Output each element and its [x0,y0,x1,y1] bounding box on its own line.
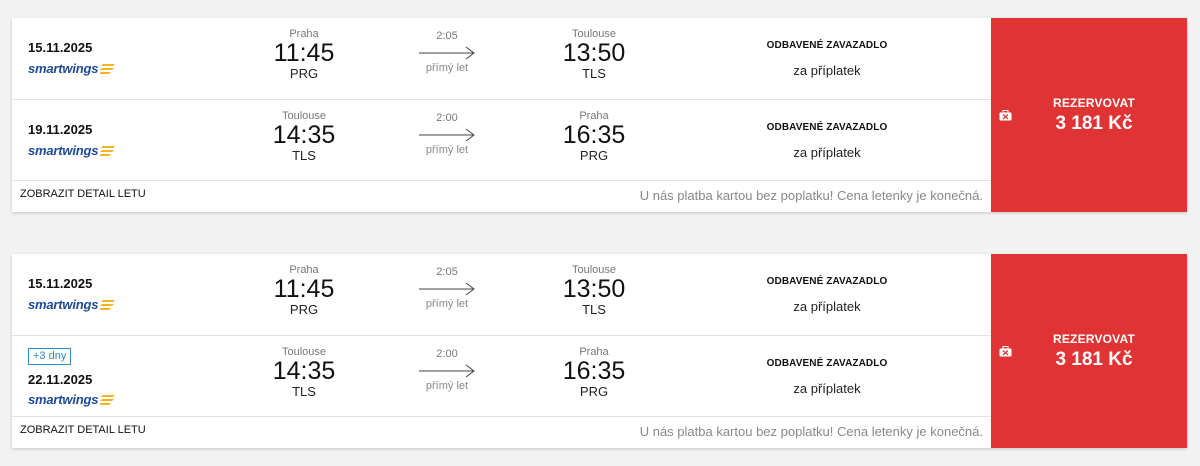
return-leg: +3 dny 22.11.2025 smartwings Toulouse 14… [12,335,991,417]
card-footer: ZOBRAZIT DETAIL LETU U nás platba kartou… [12,416,991,449]
baggage-info: ODBAVENÉ ZAVAZADLO za příplatek [752,40,902,78]
book-button[interactable]: REZERVOVAT 3 181 Kč [991,18,1187,212]
flight-legs: 15.11.2025 smartwings Praha 11:45 PRG 2:… [12,18,991,212]
airline-logo-text: smartwings [28,61,99,76]
departure: Praha 11:45 PRG [244,264,364,317]
book-label: REZERVOVAT [1052,332,1135,346]
payment-note: U nás platba kartou bez poplatku! Cena l… [639,424,983,439]
arrival: Praha 16:35 PRG [534,346,654,399]
leg-date: 15.11.2025 [28,40,93,55]
departure-time: 14:35 [272,121,336,149]
smartwings-logo-icon [100,63,116,74]
baggage-info: ODBAVENÉ ZAVAZADLO za příplatek [752,276,902,314]
outbound-leg: 15.11.2025 smartwings Praha 11:45 PRG 2:… [12,18,991,99]
direct-flight-label: přímý let [425,62,469,74]
departure-time: 11:45 [273,39,335,67]
arrival-time: 13:50 [562,39,626,67]
flight-result-card: 15.11.2025 smartwings Praha 11:45 PRG 2:… [12,254,1187,448]
flight-duration-block: 2:05 přímý let [407,266,487,310]
direct-flight-label: přímý let [425,144,469,156]
date-shift-badge: +3 dny [28,348,72,365]
arrow-right-icon [419,128,475,142]
smartwings-logo-icon [100,145,116,156]
return-leg: 19.11.2025 smartwings Toulouse 14:35 TLS… [12,99,991,181]
flight-duration-block: 2:00 přímý let [407,348,487,392]
baggage-info: ODBAVENÉ ZAVAZADLO za příplatek [752,122,902,160]
price: 3 181 Kč [1055,349,1133,370]
baggage-title: ODBAVENÉ ZAVAZADLO [766,358,888,369]
departure-time: 11:45 [273,275,335,303]
baggage-fee: za příplatek [793,63,861,78]
departure: Praha 11:45 PRG [244,28,364,81]
departure: Toulouse 14:35 TLS [244,110,364,163]
suitcase-icon [999,346,1012,357]
baggage-fee: za příplatek [793,145,861,160]
departure-code: TLS [292,148,316,163]
book-button[interactable]: REZERVOVAT 3 181 Kč [991,254,1187,448]
arrival-time: 16:35 [562,121,626,149]
leg-date: 22.11.2025 [28,372,93,387]
outbound-leg: 15.11.2025 smartwings Praha 11:45 PRG 2:… [12,254,991,335]
airline-logo: smartwings [28,143,116,158]
airline-logo: smartwings [28,297,116,312]
arrow-right-icon [419,282,475,296]
direct-flight-label: přímý let [425,380,469,392]
book-cta: REZERVOVAT 3 181 Kč [1025,332,1163,371]
flight-duration: 2:00 [436,348,458,360]
baggage-title: ODBAVENÉ ZAVAZADLO [766,122,888,133]
arrow-right-icon [419,46,475,60]
arrival-code: TLS [582,302,606,317]
airline-logo-text: smartwings [28,392,99,407]
flight-duration: 2:05 [436,266,458,278]
baggage-title: ODBAVENÉ ZAVAZADLO [766,276,888,287]
flight-duration-block: 2:05 přímý let [407,30,487,74]
airline-logo-text: smartwings [28,143,99,158]
baggage-fee: za příplatek [793,299,861,314]
book-cta: REZERVOVAT 3 181 Kč [1025,96,1163,135]
arrival: Toulouse 13:50 TLS [534,28,654,81]
smartwings-logo-icon [100,299,116,310]
arrival: Praha 16:35 PRG [534,110,654,163]
airline-logo: smartwings [28,61,116,76]
price: 3 181 Kč [1055,113,1133,134]
suitcase-icon [999,110,1012,121]
departure-time: 14:35 [272,357,336,385]
flight-duration: 2:05 [436,30,458,42]
direct-flight-label: přímý let [425,298,469,310]
airline-logo-text: smartwings [28,297,99,312]
baggage-title: ODBAVENÉ ZAVAZADLO [766,40,888,51]
arrival-time: 13:50 [562,275,626,303]
flight-duration-block: 2:00 přímý let [407,112,487,156]
flight-detail-link[interactable]: ZOBRAZIT DETAIL LETU [20,188,146,200]
flight-duration: 2:00 [436,112,458,124]
card-footer: ZOBRAZIT DETAIL LETU U nás platba kartou… [12,180,991,213]
payment-note: U nás platba kartou bez poplatku! Cena l… [639,188,983,203]
departure-code: PRG [289,302,319,317]
leg-date: 19.11.2025 [28,122,93,137]
airline-logo: smartwings [28,392,116,407]
departure-code: TLS [292,384,316,399]
smartwings-logo-icon [100,394,116,405]
flight-result-card: 15.11.2025 smartwings Praha 11:45 PRG 2:… [12,18,1187,212]
departure: Toulouse 14:35 TLS [244,346,364,399]
book-label: REZERVOVAT [1052,96,1135,110]
arrival-code: PRG [579,148,609,163]
flight-legs: 15.11.2025 smartwings Praha 11:45 PRG 2:… [12,254,991,448]
arrival-time: 16:35 [562,357,626,385]
baggage-info: ODBAVENÉ ZAVAZADLO za příplatek [752,358,902,396]
arrival-code: TLS [582,66,606,81]
arrival-code: PRG [579,384,609,399]
arrival: Toulouse 13:50 TLS [534,264,654,317]
baggage-fee: za příplatek [793,381,861,396]
departure-code: PRG [289,66,319,81]
flight-detail-link[interactable]: ZOBRAZIT DETAIL LETU [20,424,146,436]
arrow-right-icon [419,364,475,378]
leg-date: 15.11.2025 [28,276,93,291]
